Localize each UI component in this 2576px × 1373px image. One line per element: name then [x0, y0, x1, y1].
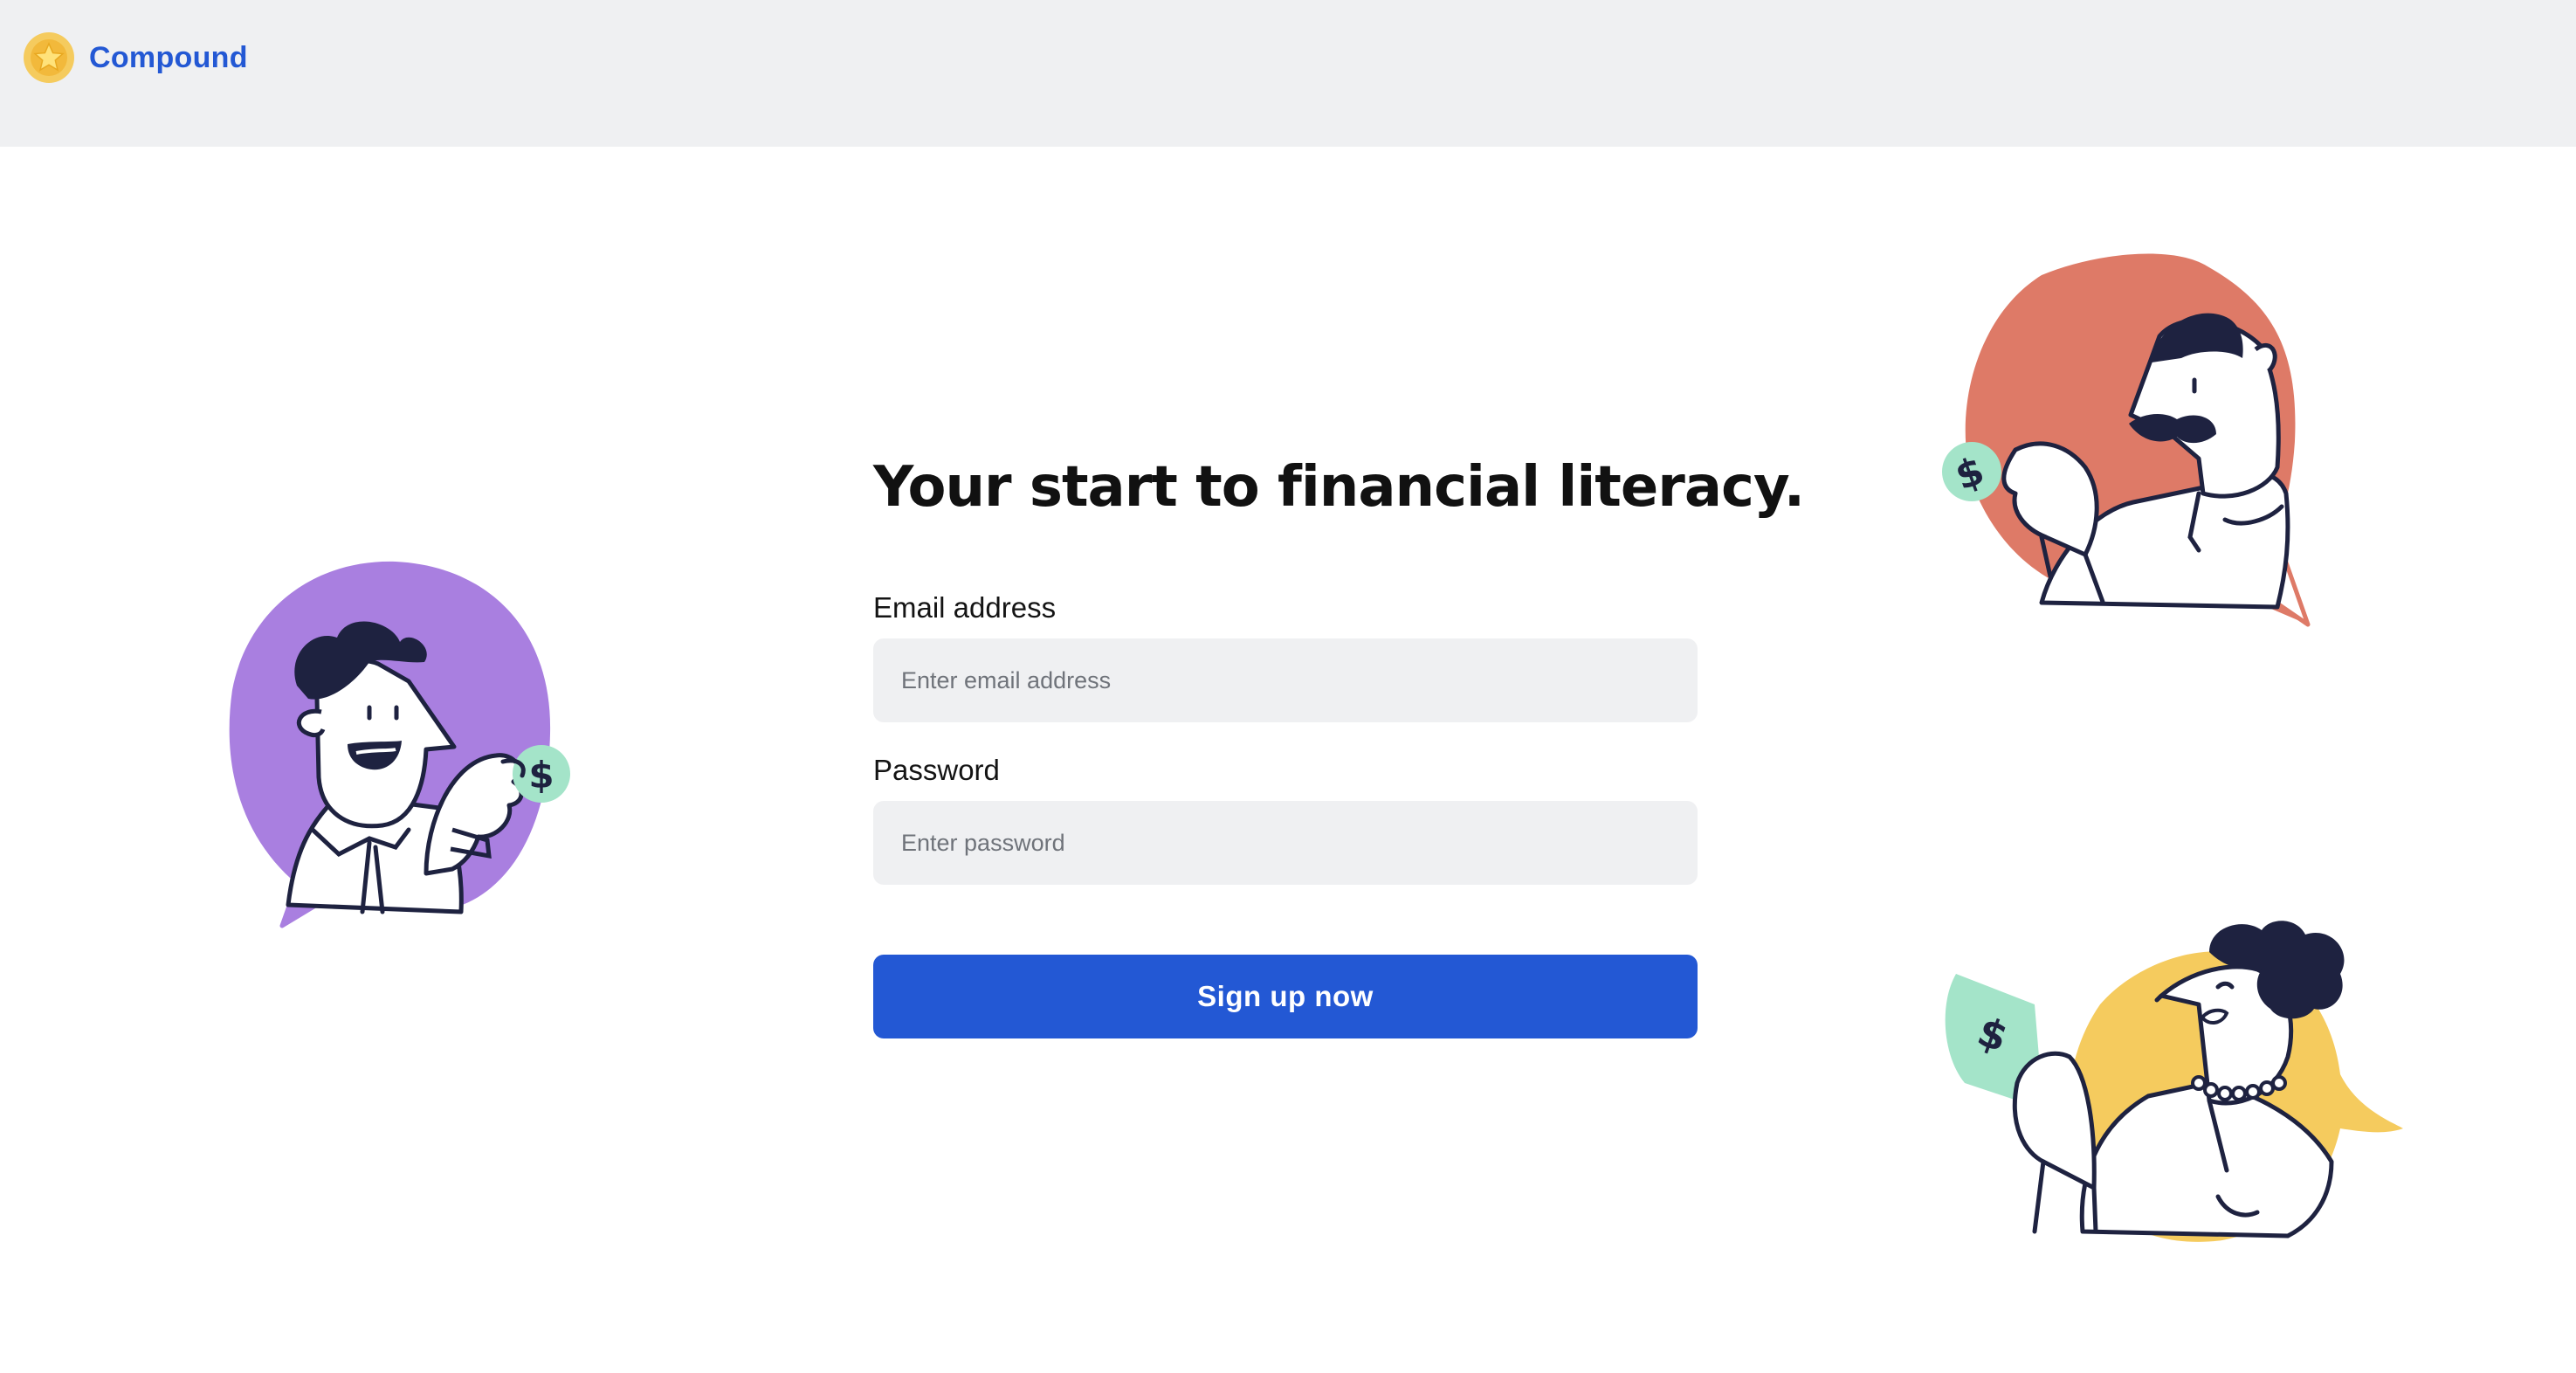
man-with-coin-red-illustration: $: [1942, 253, 2311, 627]
password-label: Password: [873, 754, 1000, 786]
man-with-coin-purple-illustration: $: [229, 561, 570, 928]
page-title: Your start to financial literacy.: [873, 455, 1805, 520]
email-field[interactable]: [873, 638, 1698, 722]
email-label: Email address: [873, 591, 1057, 624]
signup-form: Your start to financial literacy. Email …: [873, 437, 1805, 1038]
svg-text:$: $: [528, 754, 554, 797]
password-field[interactable]: [873, 801, 1698, 885]
top-bar: Compound: [0, 0, 2576, 147]
brand-name: Compound: [89, 40, 248, 74]
star-coin-icon: [24, 32, 74, 83]
brand-home-link[interactable]: Compound: [23, 31, 248, 84]
woman-with-banknote-yellow-illustration: $: [1945, 921, 2403, 1242]
sign-up-button[interactable]: Sign up now: [873, 955, 1698, 1038]
